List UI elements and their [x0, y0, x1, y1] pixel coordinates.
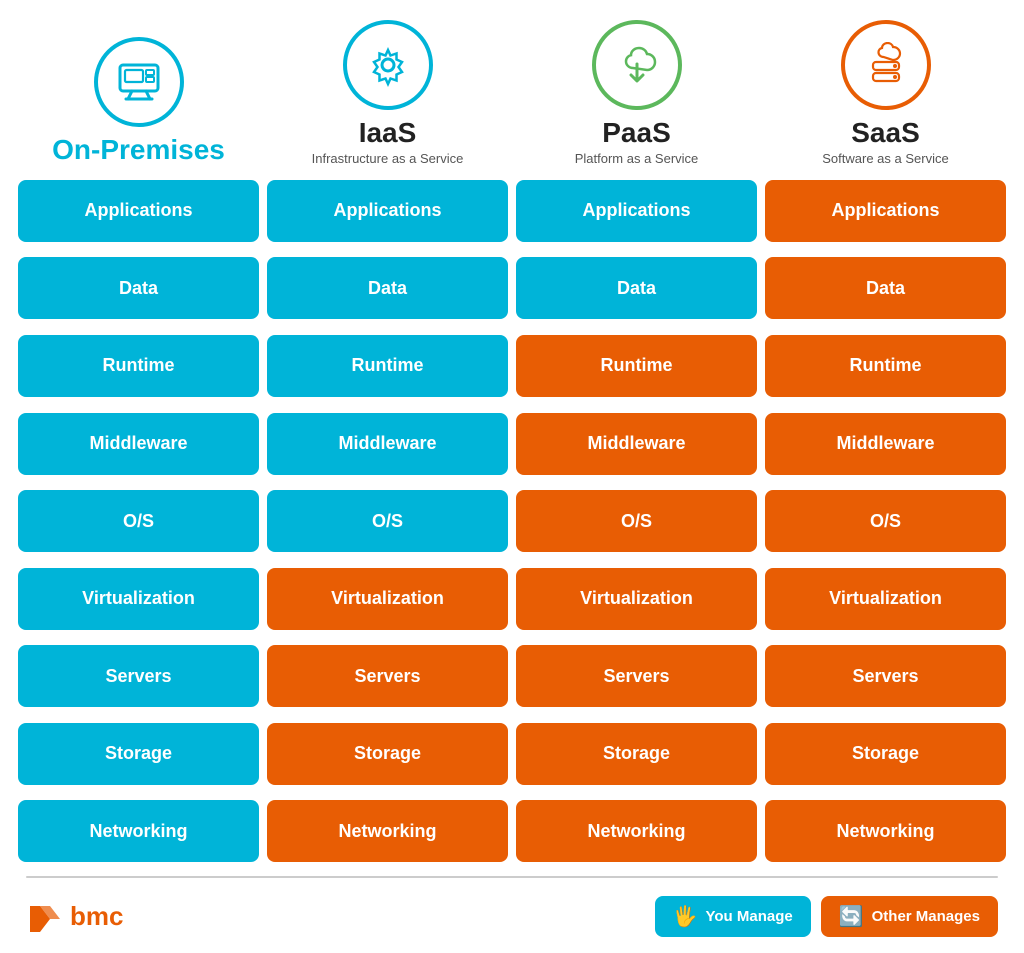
- cell-storage-col2: Storage: [516, 723, 757, 785]
- cell-applications-col3: Applications: [765, 180, 1006, 242]
- cell-middleware-col2: Middleware: [516, 413, 757, 475]
- iaas-icon-circle: [343, 20, 433, 110]
- gear-icon: [365, 42, 411, 88]
- onprem-title: On-Premises: [52, 135, 225, 166]
- iaas-subtitle: Infrastructure as a Service: [312, 151, 464, 166]
- monitor-icon: [116, 59, 162, 105]
- iaas-title: IaaS: [359, 118, 417, 149]
- cell-virtualization-col3: Virtualization: [765, 568, 1006, 630]
- cell-applications-col2: Applications: [516, 180, 757, 242]
- cell-o-s-col3: O/S: [765, 490, 1006, 552]
- cell-runtime-col1: Runtime: [267, 335, 508, 397]
- cell-runtime-col3: Runtime: [765, 335, 1006, 397]
- cell-middleware-col0: Middleware: [18, 413, 259, 475]
- header-row: On-Premises IaaS Infrastructure as a Ser…: [10, 20, 1014, 166]
- hand-icon: 🖐: [673, 904, 698, 929]
- cell-data-col1: Data: [267, 257, 508, 319]
- saas-icon-circle: [841, 20, 931, 110]
- cell-virtualization-col2: Virtualization: [516, 568, 757, 630]
- comparison-grid: ApplicationsApplicationsApplicationsAppl…: [10, 180, 1014, 870]
- paas-icon-circle: [592, 20, 682, 110]
- legend: 🖐 You Manage 🔄 Other Manages: [655, 896, 998, 937]
- paas-subtitle: Platform as a Service: [575, 151, 699, 166]
- bmc-logo: bmc: [26, 898, 123, 936]
- cell-data-col0: Data: [18, 257, 259, 319]
- cell-networking-col1: Networking: [267, 800, 508, 862]
- column-header-saas: SaaS Software as a Service: [765, 20, 1006, 166]
- cell-runtime-col2: Runtime: [516, 335, 757, 397]
- legend-you-manage: 🖐 You Manage: [655, 896, 811, 937]
- cell-servers-col3: Servers: [765, 645, 1006, 707]
- bmc-logo-icon: [26, 898, 64, 936]
- cell-applications-col1: Applications: [267, 180, 508, 242]
- saas-subtitle: Software as a Service: [822, 151, 948, 166]
- column-header-onprem: On-Premises: [18, 20, 259, 166]
- cell-o-s-col1: O/S: [267, 490, 508, 552]
- paas-title: PaaS: [602, 118, 671, 149]
- cell-networking-col3: Networking: [765, 800, 1006, 862]
- cell-data-col2: Data: [516, 257, 757, 319]
- cell-servers-col1: Servers: [267, 645, 508, 707]
- divider: [26, 876, 998, 878]
- cell-virtualization-col0: Virtualization: [18, 568, 259, 630]
- cell-data-col3: Data: [765, 257, 1006, 319]
- cell-storage-col1: Storage: [267, 723, 508, 785]
- column-header-iaas: IaaS Infrastructure as a Service: [267, 20, 508, 166]
- footer: bmc 🖐 You Manage 🔄 Other Manages: [10, 886, 1014, 943]
- cell-networking-col2: Networking: [516, 800, 757, 862]
- cloud-database-icon: [863, 42, 909, 88]
- main-container: On-Premises IaaS Infrastructure as a Ser…: [0, 0, 1024, 953]
- cell-servers-col0: Servers: [18, 645, 259, 707]
- cell-runtime-col0: Runtime: [18, 335, 259, 397]
- legend-other-manages: 🔄 Other Manages: [821, 896, 998, 937]
- cell-o-s-col0: O/S: [18, 490, 259, 552]
- bmc-label: bmc: [70, 901, 123, 932]
- saas-title: SaaS: [851, 118, 920, 149]
- cell-o-s-col2: O/S: [516, 490, 757, 552]
- column-header-paas: PaaS Platform as a Service: [516, 20, 757, 166]
- cloud-download-icon: [614, 42, 660, 88]
- cell-storage-col3: Storage: [765, 723, 1006, 785]
- cell-applications-col0: Applications: [18, 180, 259, 242]
- onprem-icon-circle: [94, 37, 184, 127]
- legend-you-manage-label: You Manage: [705, 908, 792, 925]
- refresh-icon: 🔄: [839, 904, 864, 929]
- cell-virtualization-col1: Virtualization: [267, 568, 508, 630]
- cell-middleware-col3: Middleware: [765, 413, 1006, 475]
- cell-middleware-col1: Middleware: [267, 413, 508, 475]
- cell-storage-col0: Storage: [18, 723, 259, 785]
- legend-other-manages-label: Other Manages: [872, 908, 980, 925]
- cell-servers-col2: Servers: [516, 645, 757, 707]
- cell-networking-col0: Networking: [18, 800, 259, 862]
